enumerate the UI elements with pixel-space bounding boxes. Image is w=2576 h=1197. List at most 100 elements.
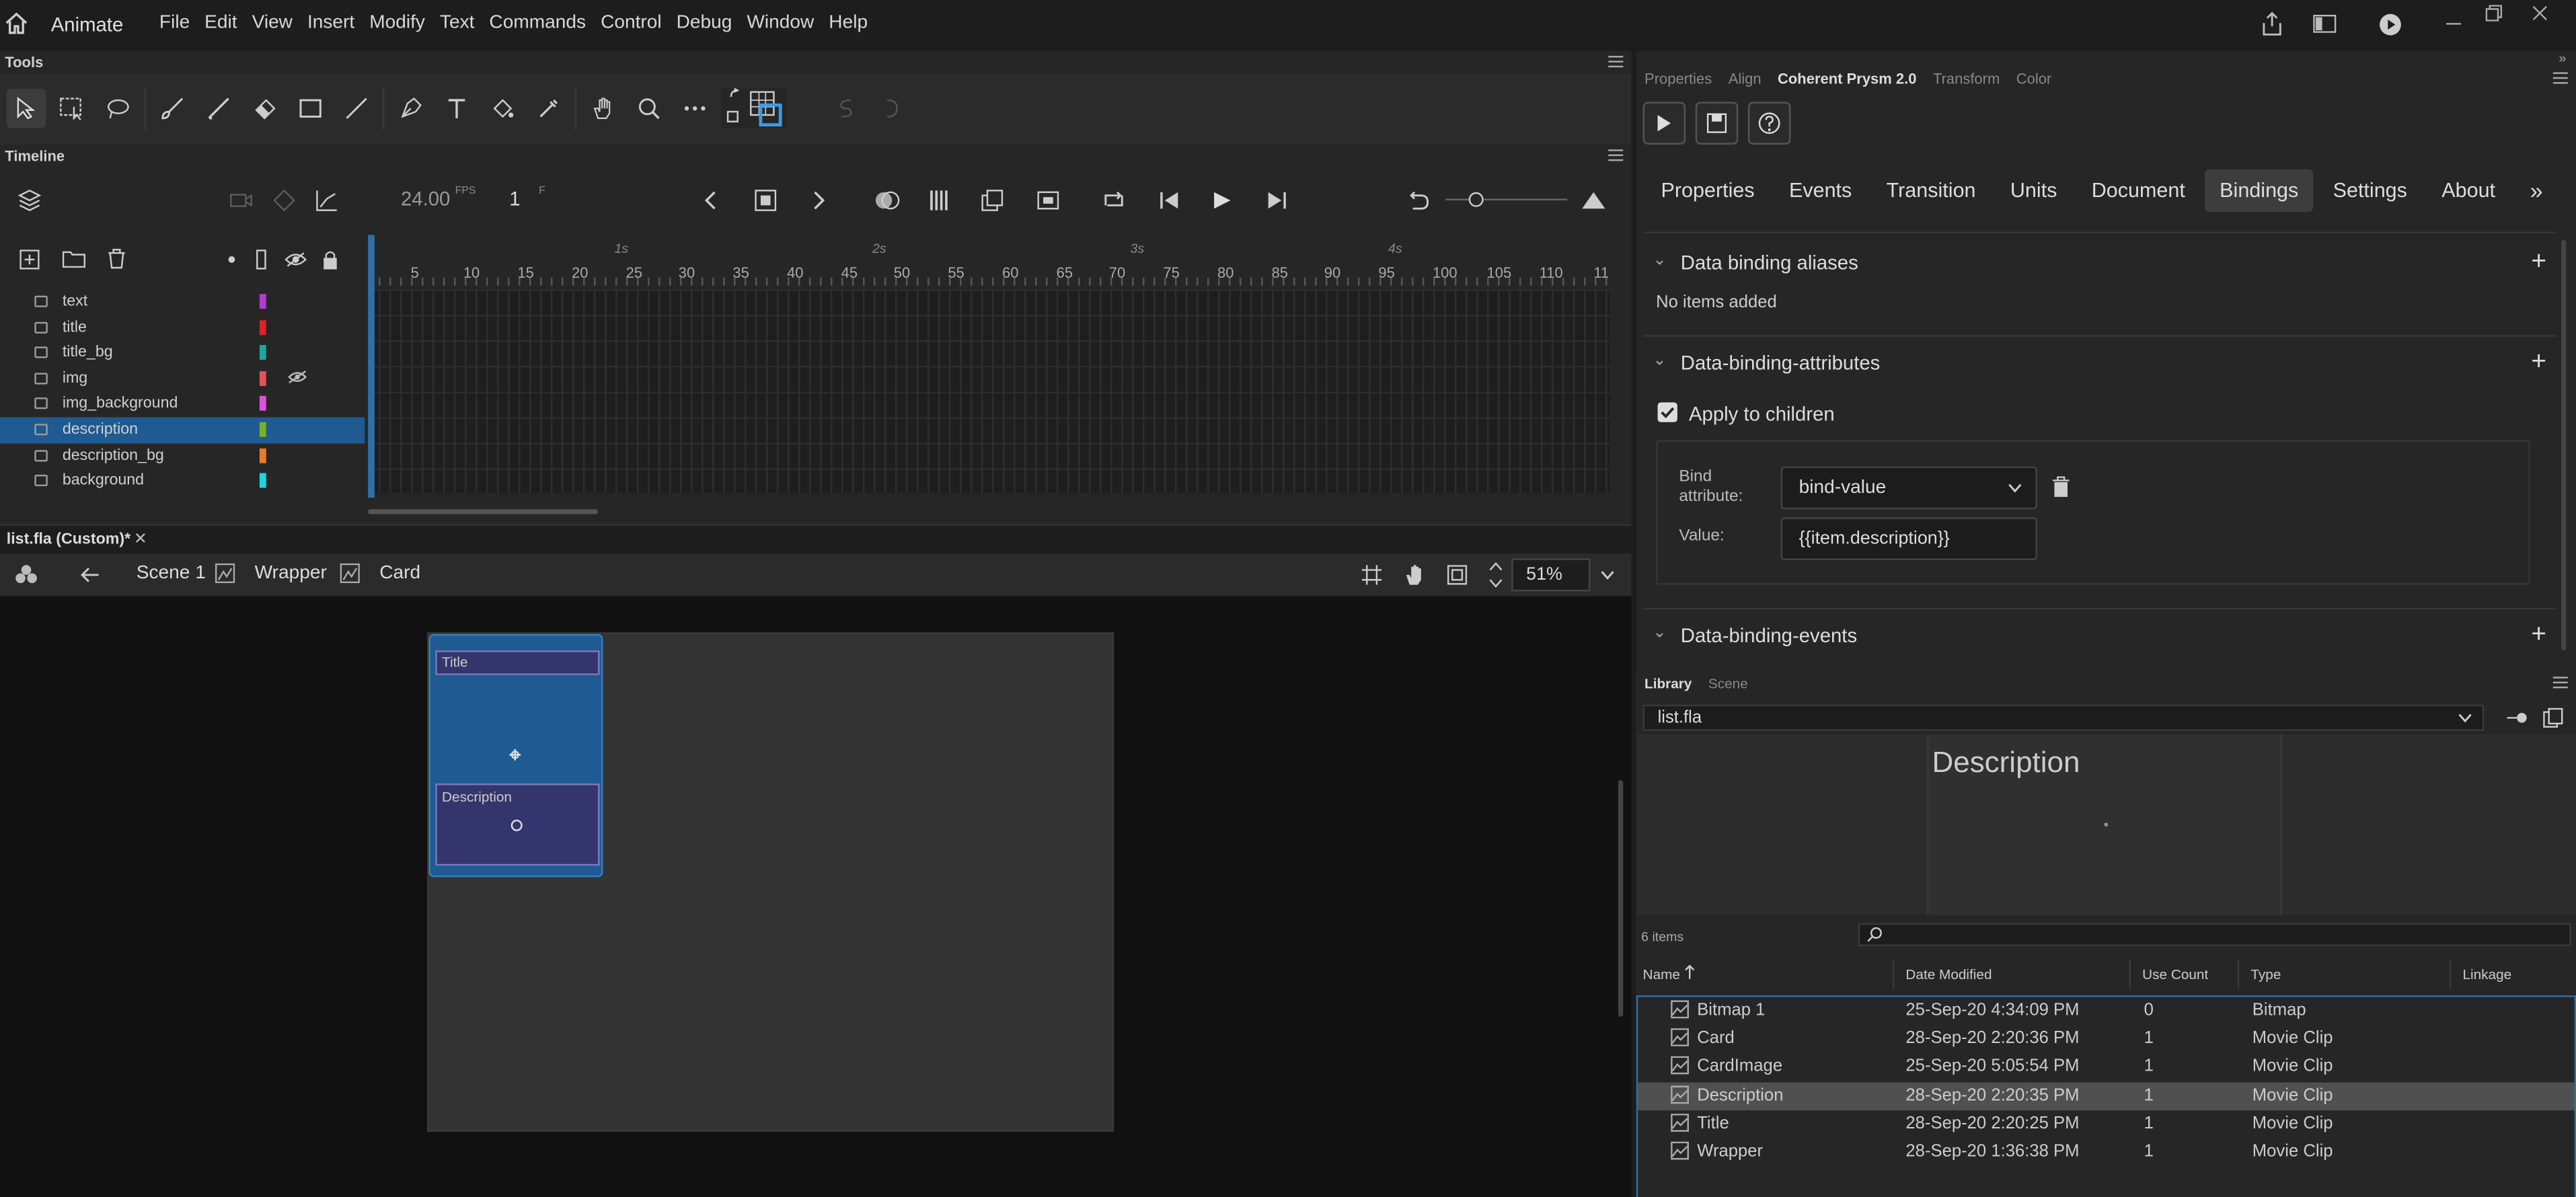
subtab-transition[interactable]: Transition xyxy=(1872,169,1991,213)
chevron-down-icon[interactable]: ⌄ xyxy=(1653,624,1666,642)
menu-debug[interactable]: Debug xyxy=(677,13,732,33)
snap-icon[interactable] xyxy=(827,89,866,128)
menu-commands[interactable]: Commands xyxy=(489,13,586,33)
panel-menu-icon[interactable] xyxy=(2552,72,2568,84)
apply-children-checkbox[interactable] xyxy=(1657,402,1677,422)
menu-window[interactable]: Window xyxy=(747,13,814,33)
panel-menu-icon[interactable] xyxy=(1608,149,1624,161)
graph-icon[interactable] xyxy=(315,189,338,212)
hand-tool-icon[interactable] xyxy=(583,89,623,128)
frame-grid[interactable] xyxy=(368,288,1610,493)
layer-color-swatch[interactable] xyxy=(259,396,266,412)
title-symbol[interactable]: Title xyxy=(435,650,600,675)
home-icon[interactable] xyxy=(5,11,28,34)
clip-content-icon[interactable] xyxy=(1447,565,1468,585)
close-tab-icon[interactable] xyxy=(135,532,146,543)
timeline-ruler[interactable]: 1s 2s 3s 4s 5 10 15 20 25 30 35 40 45 50… xyxy=(368,236,1610,286)
collapse-panel-icon[interactable]: » xyxy=(2559,51,2566,66)
scene-icon[interactable] xyxy=(15,564,38,586)
tab-scene[interactable]: Scene xyxy=(1708,675,1748,691)
breadcrumb-scene[interactable]: Scene 1 xyxy=(137,564,206,583)
column-separator[interactable] xyxy=(2129,959,2131,989)
panel-menu-icon[interactable] xyxy=(1608,56,1624,68)
share-icon[interactable] xyxy=(2261,11,2283,36)
close-window-icon[interactable] xyxy=(2532,5,2548,21)
menu-help[interactable]: Help xyxy=(829,13,868,33)
stage-vscrollbar[interactable] xyxy=(1618,780,1624,1017)
zoom-tool-icon[interactable] xyxy=(630,89,669,128)
pin-icon[interactable] xyxy=(2507,711,2530,725)
playhead[interactable] xyxy=(368,235,375,498)
prysm-save-button[interactable] xyxy=(1695,102,1739,145)
menu-view[interactable]: View xyxy=(252,13,293,33)
camera-icon[interactable] xyxy=(229,192,253,208)
library-row-selected[interactable]: Description 28-Sep-20 2:20:35 PM 1 Movie… xyxy=(1638,1081,2575,1110)
apply-children-label[interactable]: Apply to children xyxy=(1689,402,1835,425)
stage-canvas[interactable]: Title Description xyxy=(427,632,1114,1132)
lock-all-icon[interactable] xyxy=(322,249,338,270)
restore-icon[interactable] xyxy=(2485,5,2503,22)
library-search-input[interactable] xyxy=(1858,923,2571,946)
events-title[interactable]: Data-binding-events xyxy=(1681,624,1857,647)
binding-value-input[interactable]: {{item.description}} xyxy=(1780,517,2037,560)
prev-keyframe-icon[interactable] xyxy=(703,190,716,210)
paint-bucket-tool-icon[interactable] xyxy=(483,89,523,128)
subtab-events[interactable]: Events xyxy=(1774,169,1866,213)
undo-timeline-icon[interactable] xyxy=(1406,190,1429,210)
timeline-scrollbar[interactable] xyxy=(368,509,599,514)
lasso-tool-icon[interactable] xyxy=(99,89,139,128)
sort-arrow-icon[interactable] xyxy=(1684,964,1696,979)
subtab-settings[interactable]: Settings xyxy=(2318,169,2422,213)
loop-icon[interactable] xyxy=(1102,189,1125,212)
card-symbol[interactable]: Title Description xyxy=(428,633,603,878)
column-separator[interactable] xyxy=(2237,959,2240,989)
new-folder-icon[interactable] xyxy=(62,249,86,268)
library-row[interactable]: Bitmap 1 25-Sep-20 4:34:09 PM 0 Bitmap xyxy=(1638,997,2574,1026)
rectangle-tool-icon[interactable] xyxy=(291,89,330,128)
column-linkage[interactable]: Linkage xyxy=(2462,966,2511,982)
fps-value[interactable]: 24.00 xyxy=(401,187,450,210)
zoom-stepper-icon[interactable] xyxy=(1488,560,1503,590)
layer-row[interactable]: text xyxy=(0,289,365,315)
library-row[interactable]: CardImage 25-Sep-20 5:05:54 PM 1 Movie C… xyxy=(1638,1054,2574,1082)
outline-toggle-icon[interactable] xyxy=(256,249,266,270)
add-alias-icon[interactable]: + xyxy=(2531,249,2546,275)
step-forward-icon[interactable] xyxy=(1265,190,1288,210)
bind-attribute-select[interactable]: bind-value xyxy=(1780,466,2037,510)
attributes-title[interactable]: Data-binding-attributes xyxy=(1681,352,1881,375)
swap-colors-icon[interactable] xyxy=(721,87,788,128)
onion-skin-icon[interactable] xyxy=(874,190,900,210)
add-attribute-icon[interactable]: + xyxy=(2531,349,2546,375)
smooth-icon[interactable] xyxy=(872,89,912,128)
layer-color-swatch[interactable] xyxy=(259,371,266,386)
snap-to-objects-icon[interactable] xyxy=(1361,565,1382,585)
zoom-slider-handle[interactable] xyxy=(1468,192,1484,207)
step-back-icon[interactable] xyxy=(1158,190,1181,210)
layer-row[interactable]: description_bg xyxy=(0,442,365,468)
insert-keyframe-icon[interactable] xyxy=(754,189,777,212)
menu-modify[interactable]: Modify xyxy=(369,13,425,33)
panel-menu-icon[interactable] xyxy=(2552,677,2568,689)
column-use-count[interactable]: Use Count xyxy=(2142,966,2208,982)
subtab-properties[interactable]: Properties xyxy=(1646,169,1769,213)
add-event-icon[interactable]: + xyxy=(2531,622,2546,648)
breadcrumb-wrapper[interactable]: Wrapper xyxy=(255,564,327,583)
tab-properties[interactable]: Properties xyxy=(1644,71,1712,87)
layer-row[interactable]: title_bg xyxy=(0,340,365,366)
frame-value[interactable]: 1 xyxy=(509,187,520,210)
play-icon[interactable] xyxy=(1213,190,1232,210)
layer-color-swatch[interactable] xyxy=(259,294,266,309)
layer-color-swatch[interactable] xyxy=(259,345,266,360)
free-transform-tool-icon[interactable] xyxy=(52,89,92,128)
menu-insert[interactable]: Insert xyxy=(307,13,354,33)
subtab-units[interactable]: Units xyxy=(1996,169,2072,213)
menu-text[interactable]: Text xyxy=(440,13,475,33)
test-movie-icon[interactable] xyxy=(2379,13,2402,36)
hide-all-icon[interactable] xyxy=(285,252,307,268)
chevron-down-icon[interactable]: ⌄ xyxy=(1653,352,1666,370)
hidden-eye-icon[interactable] xyxy=(287,369,307,384)
rotate-stage-icon[interactable] xyxy=(1403,564,1426,586)
new-library-panel-icon[interactable] xyxy=(2543,707,2563,728)
tab-coherent-prysm[interactable]: Coherent Prysm 2.0 xyxy=(1778,71,1917,87)
stage-area[interactable]: Title Description xyxy=(0,596,1632,1197)
